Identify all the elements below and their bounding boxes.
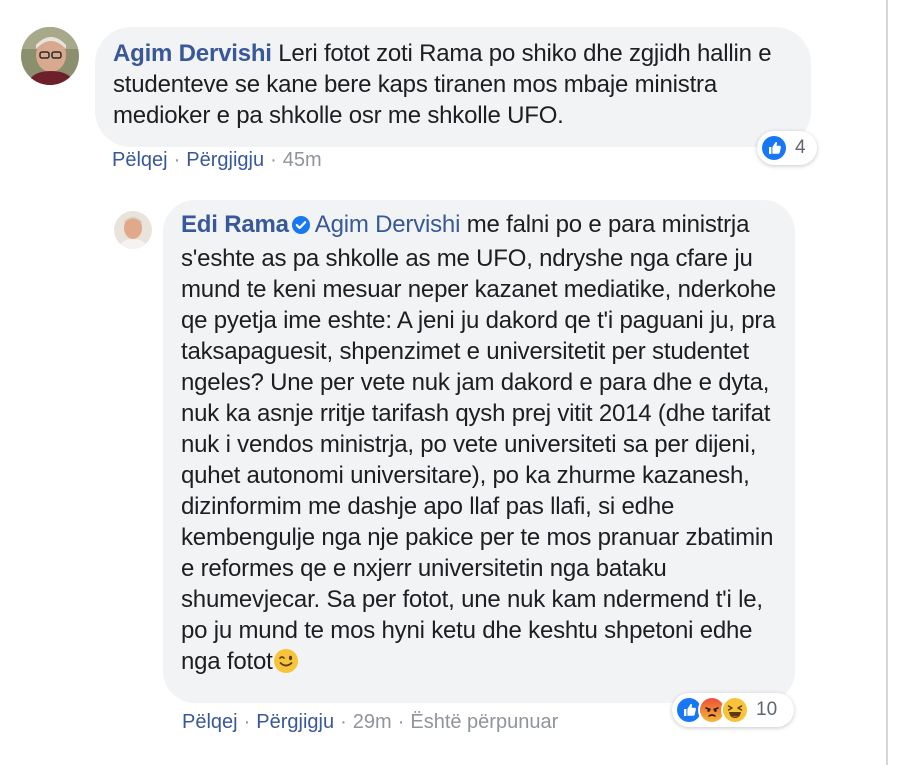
user-avatar-icon — [114, 211, 152, 249]
separator-dot: · — [397, 711, 405, 733]
like-icon — [760, 134, 788, 162]
reaction-summary[interactable]: 10 — [672, 693, 794, 727]
avatar-agim-dervishi[interactable] — [21, 27, 79, 85]
comment-bubble: Agim Dervishi Leri fotot zoti Rama po sh… — [95, 27, 811, 147]
like-button[interactable]: Pëlqej — [182, 711, 238, 733]
reply-text: me falni po e para ministrja s'eshte as … — [181, 211, 777, 675]
reply-button[interactable]: Përgjigju — [256, 711, 334, 733]
reply-button[interactable]: Përgjigju — [186, 149, 264, 171]
user-avatar-icon — [21, 27, 79, 85]
comment-timestamp[interactable]: 45m — [283, 149, 322, 171]
reply-author[interactable]: Edi Rama — [181, 211, 289, 238]
separator-dot: · — [243, 711, 251, 733]
reaction-count: 4 — [795, 137, 806, 158]
separator-dot: · — [270, 149, 277, 171]
comment-author[interactable]: Agim Dervishi — [113, 40, 272, 67]
comment-actions: Pëlqej · Përgjigju · 45m — [112, 149, 322, 172]
separator-dot: · — [173, 149, 181, 171]
reaction-summary[interactable]: 4 — [757, 131, 817, 165]
verified-badge-icon — [291, 212, 311, 243]
scrollbar-edge — [886, 0, 888, 765]
wink-emoji-icon — [273, 648, 299, 682]
comments-page: Agim Dervishi Leri fotot zoti Rama po sh… — [0, 0, 900, 765]
avatar-edi-rama[interactable] — [114, 211, 152, 249]
reply-bubble: Edi Rama Agim Dervishi me falni po e para… — [163, 200, 795, 703]
separator-dot: · — [340, 711, 347, 733]
edited-label[interactable]: Është përpunuar — [410, 711, 558, 733]
reaction-count: 10 — [756, 699, 778, 720]
haha-icon — [721, 696, 749, 724]
reply-mention[interactable]: Agim Dervishi — [315, 211, 461, 238]
reply-actions: Pëlqej · Përgjigju · 29m · Është përpunuar — [182, 711, 558, 734]
reply-timestamp[interactable]: 29m — [353, 711, 392, 733]
like-button[interactable]: Pëlqej — [112, 149, 168, 171]
